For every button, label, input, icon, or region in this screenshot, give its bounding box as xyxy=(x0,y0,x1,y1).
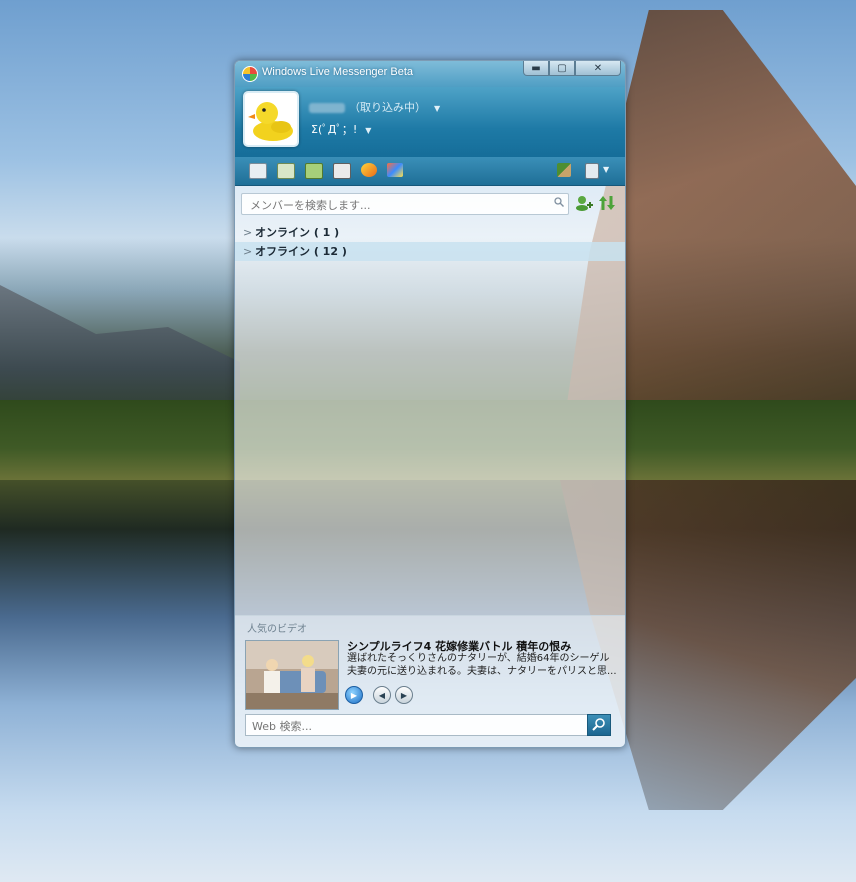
add-contact-icon[interactable] xyxy=(575,195,593,211)
maximize-button[interactable]: ▢ xyxy=(549,61,575,76)
next-button[interactable]: ▶ xyxy=(395,686,413,704)
web-search-input[interactable] xyxy=(246,717,582,736)
group-label: オフライン ( 12 ) xyxy=(255,245,347,258)
previous-icon: ◀ xyxy=(378,690,386,700)
search-input[interactable] xyxy=(242,196,550,215)
play-icon: ▶ xyxy=(350,690,358,700)
video-thumbnail-image xyxy=(246,641,338,709)
messenger-window: Windows Live Messenger Beta ▬ ▢ ✕ （取り込み中… xyxy=(234,60,626,748)
sort-contacts-icon[interactable] xyxy=(599,195,615,211)
web-search-button[interactable] xyxy=(587,714,611,736)
play-button[interactable]: ▶ xyxy=(345,686,363,704)
close-button[interactable]: ✕ xyxy=(575,61,621,76)
next-icon: ▶ xyxy=(400,690,408,700)
personal-message-dropdown-icon[interactable]: ▼ xyxy=(365,126,371,135)
avatar[interactable] xyxy=(243,91,299,147)
popular-video-panel: 人気のビデオ シンプルライフ4 花嫁修業バトル 積年の恨み 選ばれたそっくりさん… xyxy=(235,615,625,747)
web-search xyxy=(245,714,589,736)
profile-header: （取り込み中） ▼ Σ(ﾟДﾟ；! ▼ xyxy=(235,87,625,157)
personal-message[interactable]: Σ(ﾟДﾟ；! ▼ xyxy=(311,121,371,137)
windows-logo-icon xyxy=(242,66,258,82)
minimize-button[interactable]: ▬ xyxy=(523,61,549,76)
menu-icon[interactable] xyxy=(585,163,599,179)
paintbrush-icon[interactable] xyxy=(557,163,571,177)
previous-button[interactable]: ◀ xyxy=(373,686,391,704)
contact-search xyxy=(241,193,569,215)
mail-icon[interactable] xyxy=(249,163,267,179)
games-icon[interactable] xyxy=(387,163,403,177)
group-label: オンライン ( 1 ) xyxy=(255,226,340,239)
window-controls: ▬ ▢ ✕ xyxy=(523,61,621,77)
personal-message-text: Σ(ﾟДﾟ；! xyxy=(311,123,358,136)
window-title: Windows Live Messenger Beta xyxy=(262,66,414,78)
contacts-icon[interactable] xyxy=(305,163,323,179)
contact-groups: > オンライン ( 1 ) > オフライン ( 12 ) xyxy=(235,223,625,261)
redacted-name xyxy=(309,103,345,113)
rubber-duck-icon xyxy=(248,102,293,141)
video-thumbnail[interactable] xyxy=(245,640,339,710)
search-icon[interactable] xyxy=(554,197,564,207)
group-online[interactable]: > オンライン ( 1 ) xyxy=(235,223,625,242)
news-icon[interactable] xyxy=(333,163,351,179)
display-name[interactable]: （取り込み中） ▼ xyxy=(309,99,440,115)
group-offline[interactable]: > オフライン ( 12 ) xyxy=(235,242,625,261)
video-description: 選ばれたそっくりさんのナタリーが、結婚64年のシーゲル夫妻の元に送り込まれる。夫… xyxy=(347,653,617,677)
toolbar: ▼ xyxy=(235,157,625,186)
status-dropdown-icon[interactable]: ▼ xyxy=(434,104,440,113)
chevron-right-icon: > xyxy=(243,226,253,239)
video-heading: 人気のビデオ xyxy=(247,624,307,635)
status-text: （取り込み中） xyxy=(349,101,426,114)
shield-icon[interactable] xyxy=(361,163,377,177)
title-bar[interactable]: Windows Live Messenger Beta ▬ ▢ ✕ xyxy=(235,61,625,87)
menu-dropdown-icon[interactable]: ▼ xyxy=(603,165,609,174)
spaces-icon[interactable] xyxy=(277,163,295,179)
search-icon xyxy=(592,718,605,731)
chevron-right-icon: > xyxy=(243,245,253,258)
